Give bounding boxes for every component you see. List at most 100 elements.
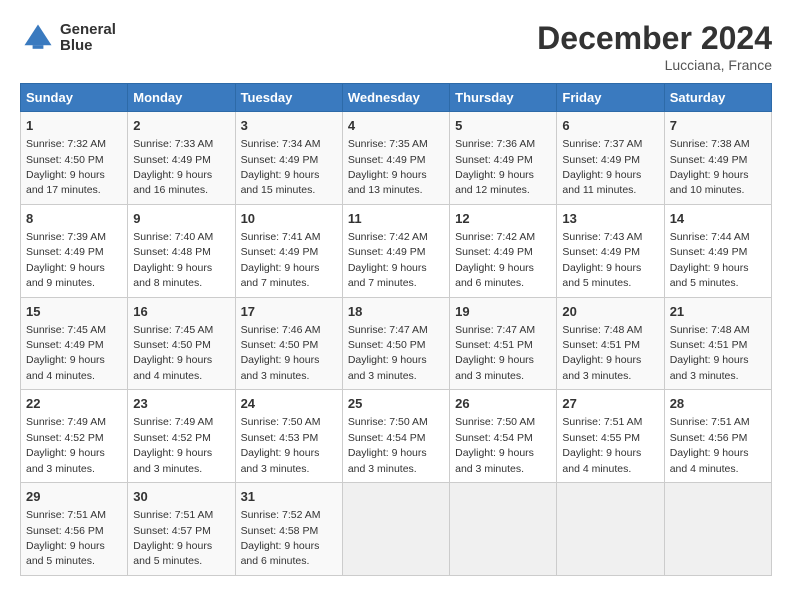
- day-cell: 13 Sunrise: 7:43 AM Sunset: 4:49 PM Dayli…: [557, 204, 664, 297]
- col-header-friday: Friday: [557, 84, 664, 112]
- day-cell: 18 Sunrise: 7:47 AM Sunset: 4:50 PM Dayli…: [342, 297, 449, 390]
- empty-cell: [342, 483, 449, 576]
- day-info: Sunrise: 7:44 AM Sunset: 4:49 PM Dayligh…: [670, 231, 750, 289]
- day-number: 4: [348, 117, 444, 135]
- day-cell: 17 Sunrise: 7:46 AM Sunset: 4:50 PM Dayli…: [235, 297, 342, 390]
- day-cell: 31 Sunrise: 7:52 AM Sunset: 4:58 PM Dayli…: [235, 483, 342, 576]
- day-cell: 1Sunrise: 7:32 AM Sunset: 4:50 PM Daylig…: [21, 112, 128, 205]
- day-info: Sunrise: 7:49 AM Sunset: 4:52 PM Dayligh…: [133, 416, 213, 474]
- day-info: Sunrise: 7:33 AM Sunset: 4:49 PM Dayligh…: [133, 138, 213, 196]
- day-number: 6: [562, 117, 658, 135]
- day-cell: 7 Sunrise: 7:38 AM Sunset: 4:49 PM Daylig…: [664, 112, 771, 205]
- logo: General Blue: [20, 20, 116, 56]
- logo-text: General Blue: [60, 22, 116, 55]
- empty-cell: [450, 483, 557, 576]
- day-info: Sunrise: 7:45 AM Sunset: 4:49 PM Dayligh…: [26, 324, 106, 382]
- day-number: 23: [133, 395, 229, 413]
- day-number: 9: [133, 210, 229, 228]
- day-number: 14: [670, 210, 766, 228]
- day-info: Sunrise: 7:39 AM Sunset: 4:49 PM Dayligh…: [26, 231, 106, 289]
- col-header-wednesday: Wednesday: [342, 84, 449, 112]
- day-cell: 20Sunrise: 7:48 AM Sunset: 4:51 PM Dayli…: [557, 297, 664, 390]
- logo-line2: Blue: [60, 38, 116, 55]
- day-info: Sunrise: 7:51 AM Sunset: 4:57 PM Dayligh…: [133, 509, 213, 567]
- day-number: 26: [455, 395, 551, 413]
- day-cell: 3Sunrise: 7:34 AM Sunset: 4:49 PM Daylig…: [235, 112, 342, 205]
- day-number: 31: [241, 488, 337, 506]
- day-info: Sunrise: 7:43 AM Sunset: 4:49 PM Dayligh…: [562, 231, 642, 289]
- day-cell: 27 Sunrise: 7:51 AM Sunset: 4:55 PM Dayli…: [557, 390, 664, 483]
- day-cell: 29Sunrise: 7:51 AM Sunset: 4:56 PM Dayli…: [21, 483, 128, 576]
- day-number: 10: [241, 210, 337, 228]
- day-number: 13: [562, 210, 658, 228]
- day-number: 29: [26, 488, 122, 506]
- day-info: Sunrise: 7:42 AM Sunset: 4:49 PM Dayligh…: [348, 231, 428, 289]
- day-number: 22: [26, 395, 122, 413]
- day-info: Sunrise: 7:50 AM Sunset: 4:54 PM Dayligh…: [348, 416, 428, 474]
- day-info: Sunrise: 7:46 AM Sunset: 4:50 PM Dayligh…: [241, 324, 321, 382]
- day-info: Sunrise: 7:50 AM Sunset: 4:53 PM Dayligh…: [241, 416, 321, 474]
- day-info: Sunrise: 7:32 AM Sunset: 4:50 PM Dayligh…: [26, 138, 106, 196]
- col-header-sunday: Sunday: [21, 84, 128, 112]
- day-number: 21: [670, 303, 766, 321]
- day-number: 27: [562, 395, 658, 413]
- day-cell: 10 Sunrise: 7:41 AM Sunset: 4:49 PM Dayli…: [235, 204, 342, 297]
- day-cell: 26 Sunrise: 7:50 AM Sunset: 4:54 PM Dayli…: [450, 390, 557, 483]
- day-info: Sunrise: 7:37 AM Sunset: 4:49 PM Dayligh…: [562, 138, 642, 196]
- day-cell: 9 Sunrise: 7:40 AM Sunset: 4:48 PM Daylig…: [128, 204, 235, 297]
- day-cell: 2 Sunrise: 7:33 AM Sunset: 4:49 PM Daylig…: [128, 112, 235, 205]
- title-block: December 2024 Lucciana, France: [537, 20, 772, 73]
- day-cell: 6 Sunrise: 7:37 AM Sunset: 4:49 PM Daylig…: [557, 112, 664, 205]
- day-info: Sunrise: 7:40 AM Sunset: 4:48 PM Dayligh…: [133, 231, 213, 289]
- day-number: 5: [455, 117, 551, 135]
- day-cell: 22Sunrise: 7:49 AM Sunset: 4:52 PM Dayli…: [21, 390, 128, 483]
- day-cell: 15Sunrise: 7:45 AM Sunset: 4:49 PM Dayli…: [21, 297, 128, 390]
- day-info: Sunrise: 7:50 AM Sunset: 4:54 PM Dayligh…: [455, 416, 535, 474]
- day-info: Sunrise: 7:47 AM Sunset: 4:50 PM Dayligh…: [348, 324, 428, 382]
- page-header: General Blue December 2024 Lucciana, Fra…: [20, 20, 772, 73]
- day-info: Sunrise: 7:34 AM Sunset: 4:49 PM Dayligh…: [241, 138, 321, 196]
- day-cell: 12Sunrise: 7:42 AM Sunset: 4:49 PM Dayli…: [450, 204, 557, 297]
- week-row: 8Sunrise: 7:39 AM Sunset: 4:49 PM Daylig…: [21, 204, 772, 297]
- day-cell: 28 Sunrise: 7:51 AM Sunset: 4:56 PM Dayli…: [664, 390, 771, 483]
- day-info: Sunrise: 7:51 AM Sunset: 4:55 PM Dayligh…: [562, 416, 642, 474]
- day-info: Sunrise: 7:47 AM Sunset: 4:51 PM Dayligh…: [455, 324, 535, 382]
- day-info: Sunrise: 7:52 AM Sunset: 4:58 PM Dayligh…: [241, 509, 321, 567]
- day-number: 25: [348, 395, 444, 413]
- day-info: Sunrise: 7:36 AM Sunset: 4:49 PM Dayligh…: [455, 138, 535, 196]
- day-info: Sunrise: 7:45 AM Sunset: 4:50 PM Dayligh…: [133, 324, 213, 382]
- day-info: Sunrise: 7:41 AM Sunset: 4:49 PM Dayligh…: [241, 231, 321, 289]
- day-cell: 14 Sunrise: 7:44 AM Sunset: 4:49 PM Dayli…: [664, 204, 771, 297]
- location: Lucciana, France: [537, 57, 772, 73]
- day-cell: 21 Sunrise: 7:48 AM Sunset: 4:51 PM Dayli…: [664, 297, 771, 390]
- col-header-tuesday: Tuesday: [235, 84, 342, 112]
- day-number: 18: [348, 303, 444, 321]
- day-cell: 5 Sunrise: 7:36 AM Sunset: 4:49 PM Daylig…: [450, 112, 557, 205]
- day-info: Sunrise: 7:35 AM Sunset: 4:49 PM Dayligh…: [348, 138, 428, 196]
- day-number: 2: [133, 117, 229, 135]
- day-number: 19: [455, 303, 551, 321]
- calendar-header: SundayMondayTuesdayWednesdayThursdayFrid…: [21, 84, 772, 112]
- day-info: Sunrise: 7:51 AM Sunset: 4:56 PM Dayligh…: [670, 416, 750, 474]
- week-row: 15Sunrise: 7:45 AM Sunset: 4:49 PM Dayli…: [21, 297, 772, 390]
- day-cell: 19 Sunrise: 7:47 AM Sunset: 4:51 PM Dayli…: [450, 297, 557, 390]
- day-number: 7: [670, 117, 766, 135]
- logo-line1: General: [60, 22, 116, 39]
- empty-cell: [664, 483, 771, 576]
- day-number: 17: [241, 303, 337, 321]
- day-info: Sunrise: 7:38 AM Sunset: 4:49 PM Dayligh…: [670, 138, 750, 196]
- day-info: Sunrise: 7:48 AM Sunset: 4:51 PM Dayligh…: [670, 324, 750, 382]
- day-cell: 30 Sunrise: 7:51 AM Sunset: 4:57 PM Dayli…: [128, 483, 235, 576]
- logo-icon: [20, 20, 56, 56]
- day-cell: 11Sunrise: 7:42 AM Sunset: 4:49 PM Dayli…: [342, 204, 449, 297]
- day-number: 30: [133, 488, 229, 506]
- col-header-thursday: Thursday: [450, 84, 557, 112]
- day-cell: 23 Sunrise: 7:49 AM Sunset: 4:52 PM Dayli…: [128, 390, 235, 483]
- day-cell: 25 Sunrise: 7:50 AM Sunset: 4:54 PM Dayli…: [342, 390, 449, 483]
- day-cell: 8Sunrise: 7:39 AM Sunset: 4:49 PM Daylig…: [21, 204, 128, 297]
- calendar-table: SundayMondayTuesdayWednesdayThursdayFrid…: [20, 83, 772, 576]
- day-number: 20: [562, 303, 658, 321]
- day-number: 28: [670, 395, 766, 413]
- day-cell: 24 Sunrise: 7:50 AM Sunset: 4:53 PM Dayli…: [235, 390, 342, 483]
- day-number: 24: [241, 395, 337, 413]
